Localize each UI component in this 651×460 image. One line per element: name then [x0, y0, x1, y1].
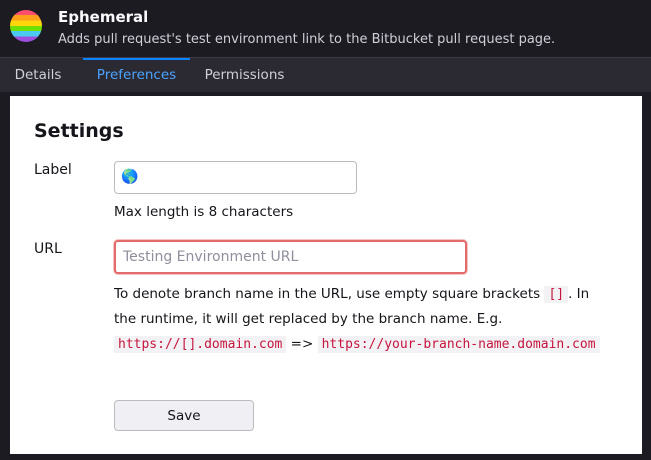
label-field-label: Label	[34, 162, 72, 178]
tab-details[interactable]: Details	[0, 58, 76, 93]
url-field-label: URL	[34, 241, 62, 257]
addon-header: Ephemeral Adds pull request's test envir…	[0, 0, 651, 57]
settings-panel: Settings Label 🌎 Max length is 8 charact…	[10, 96, 642, 454]
tab-preferences[interactable]: Preferences	[83, 58, 190, 93]
save-button[interactable]: Save	[114, 400, 254, 431]
tab-permissions[interactable]: Permissions	[196, 58, 293, 93]
example-from-code: https://[].domain.com	[114, 336, 287, 353]
brackets-code: []	[544, 286, 569, 303]
example-to-code: https://your-branch-name.domain.com	[317, 336, 600, 353]
example-arrow: =>	[290, 336, 314, 352]
url-help-intro: To denote branch name in the URL, use em…	[114, 286, 541, 302]
settings-title: Settings	[34, 120, 124, 142]
url-help-text: To denote branch name in the URL, use em…	[114, 282, 604, 357]
addon-description: Adds pull request's test environment lin…	[58, 32, 556, 47]
addon-title: Ephemeral	[58, 8, 149, 26]
tab-bar: Details Preferences Permissions	[0, 57, 651, 92]
rainbow-circle-icon	[10, 10, 42, 42]
url-input[interactable]	[114, 240, 467, 274]
label-input[interactable]: 🌎	[114, 161, 357, 194]
label-help-text: Max length is 8 characters	[114, 204, 294, 220]
